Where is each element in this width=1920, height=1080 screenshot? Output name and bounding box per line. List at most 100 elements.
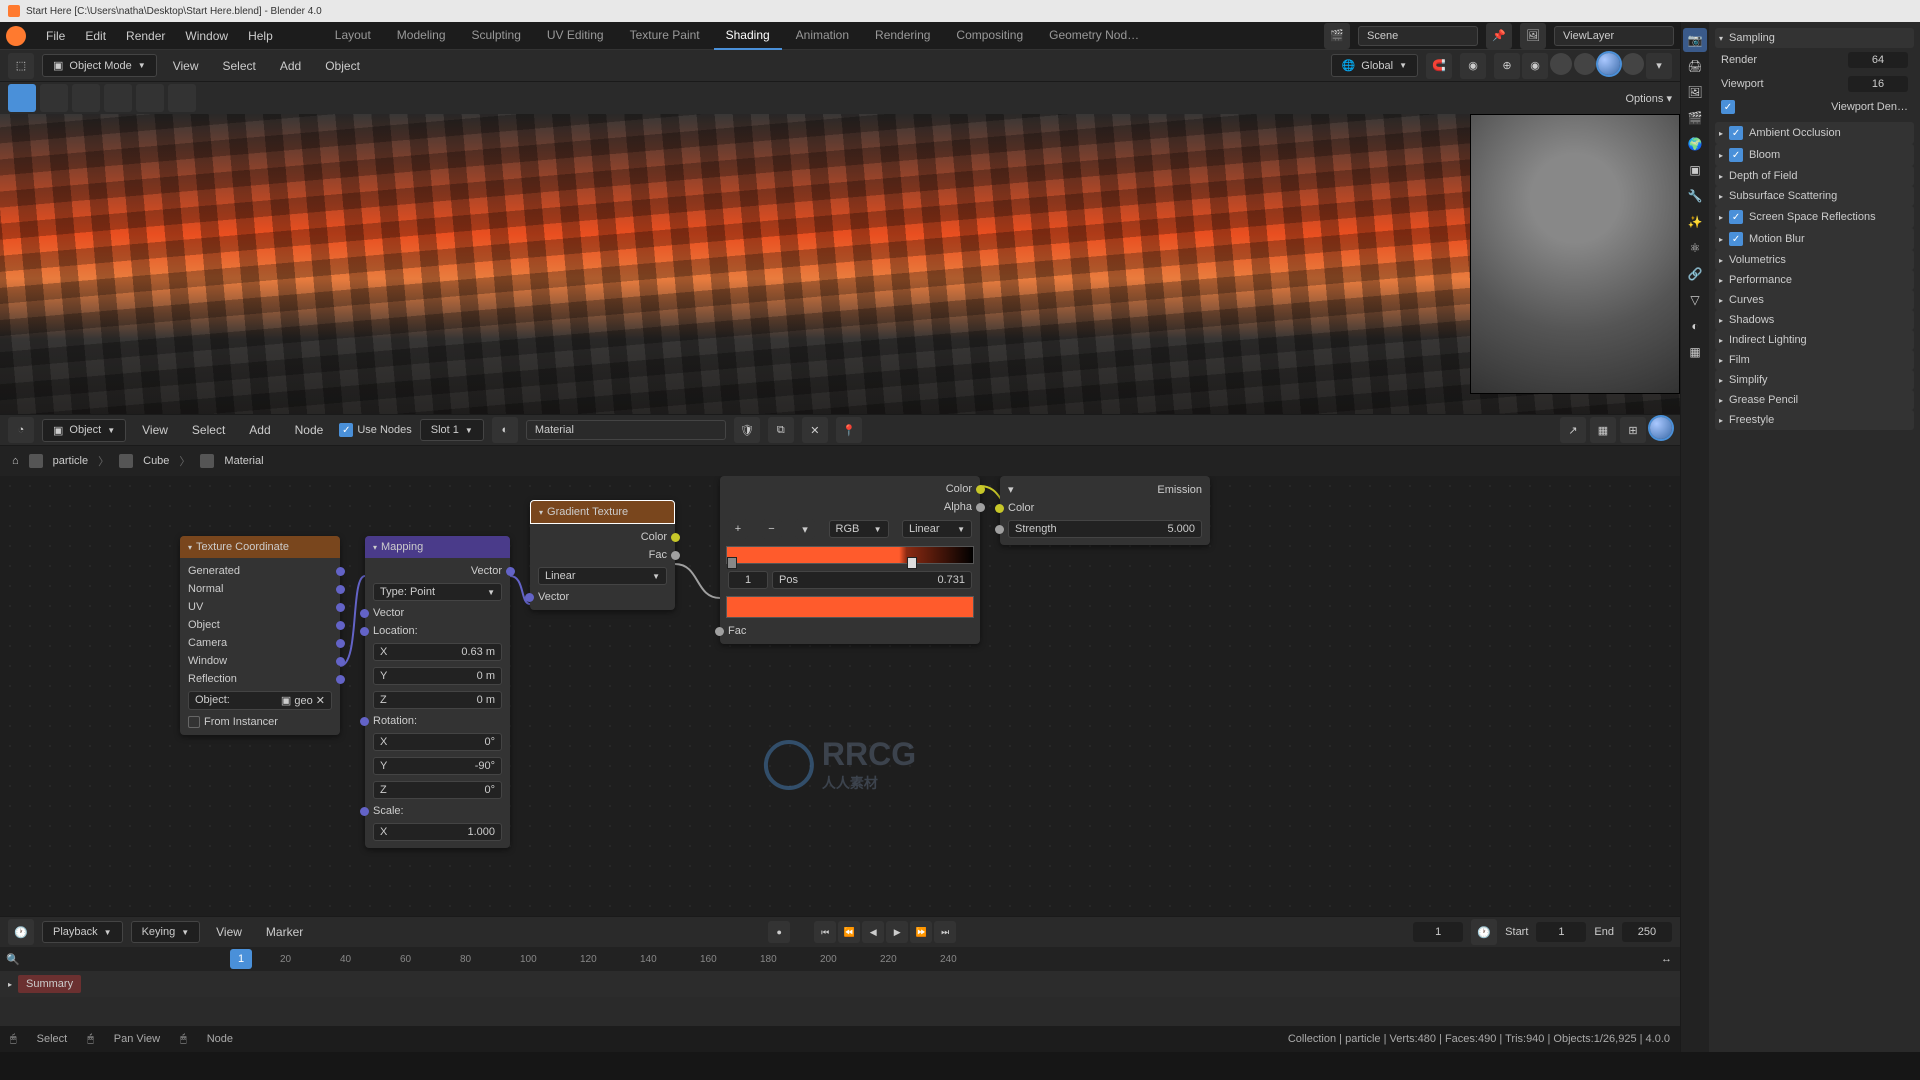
socket-alpha[interactable] [976,503,985,512]
loc-y[interactable]: Y0 m [373,667,502,685]
panel-performance[interactable]: ▸Performance [1715,270,1914,290]
viewlayer-input[interactable] [1554,26,1674,46]
tab-geometrynodes[interactable]: Geometry Nod… [1037,22,1151,50]
node-snap-icon[interactable]: ⊞ [1620,417,1646,443]
rot-y[interactable]: Y-90° [373,757,502,775]
autokey-icon[interactable]: ● [768,921,790,943]
material-shield-icon[interactable]: 🛡 [734,417,760,443]
panel-subsurface-scattering[interactable]: ▸Subsurface Scattering [1715,186,1914,206]
node-menu-select[interactable]: Select [184,419,233,441]
playhead[interactable]: 1 [230,949,252,969]
node-menu-view[interactable]: View [134,419,176,441]
scale-x[interactable]: X1.000 [373,823,502,841]
socket-vector[interactable] [525,593,534,602]
start-frame[interactable]: 1 [1536,922,1586,942]
mode-dropdown[interactable]: ▣ Object Mode ▼ [42,54,157,77]
texture-tab-icon[interactable]: ▦ [1683,340,1707,364]
ramp-menu-chevron-icon[interactable]: ▾ [795,519,815,539]
scene-browse-icon[interactable]: 🎬 [1324,23,1350,49]
ramp-add-icon[interactable]: + [728,519,748,539]
scene-input[interactable] [1358,26,1478,46]
ramp-mode-select[interactable]: RGB▼ [829,520,889,538]
panel-motion-blur[interactable]: ▸✓Motion Blur [1715,228,1914,250]
world-tab-icon[interactable]: 🌍 [1683,132,1707,156]
socket-rotation[interactable] [360,717,369,726]
socket-object[interactable] [336,621,345,630]
node-title[interactable]: ▾Gradient Texture [530,500,675,524]
loc-z[interactable]: Z0 m [373,691,502,709]
viewport-options-button[interactable]: Options ▾ [1625,92,1672,105]
slot-dropdown[interactable]: Slot 1 ▼ [420,419,484,441]
node-title[interactable]: ▾Texture Coordinate [180,536,340,558]
collapse-icon[interactable]: ▾ [188,543,192,552]
socket-color[interactable] [995,504,1004,513]
socket-location[interactable] [360,627,369,636]
shading-rendered[interactable] [1622,53,1644,75]
node-editor-type-icon[interactable]: ◔ [8,417,34,443]
ramp-remove-icon[interactable]: − [762,519,782,539]
3d-viewport[interactable] [0,114,1680,414]
emission-strength[interactable]: Strength5.000 [1008,520,1202,538]
rot-z[interactable]: Z0° [373,781,502,799]
loc-x[interactable]: X0.63 m [373,643,502,661]
panel-checkbox[interactable]: ✓ [1729,232,1743,246]
from-instancer-checkbox[interactable] [188,716,200,728]
snap-icon[interactable]: 🧲 [1426,53,1452,79]
proportional-icon[interactable]: ◉ [1460,53,1486,79]
node-emission[interactable]: ▾Emission Color Strength5.000 [1000,476,1210,545]
menu-edit[interactable]: Edit [75,25,116,47]
panel-volumetrics[interactable]: ▸Volumetrics [1715,250,1914,270]
ramp-pos[interactable]: Pos0.731 [772,571,972,589]
current-frame[interactable]: 1 [1413,922,1463,942]
ramp-current-color[interactable] [726,596,974,618]
panel-freestyle[interactable]: ▸Freestyle [1715,410,1914,430]
socket-vector-in[interactable] [360,609,369,618]
timeline-menu-view[interactable]: View [208,921,250,943]
orientation-dropdown[interactable]: 🌐 Global ▼ [1331,54,1418,77]
tab-layout[interactable]: Layout [323,22,383,50]
socket-generated[interactable] [336,567,345,576]
node-color-ramp[interactable]: Color Alpha + − ▾ RGB▼ Linear▼ 1 [720,476,980,644]
tab-animation[interactable]: Animation [784,22,861,50]
node-title[interactable]: ▾Mapping [365,536,510,558]
panel-checkbox[interactable]: ✓ [1729,148,1743,162]
socket-normal[interactable] [336,585,345,594]
data-tab-icon[interactable]: ▽ [1683,288,1707,312]
collapse-icon[interactable]: ▾ [1008,483,1014,496]
viewport-samples[interactable]: 16 [1848,76,1908,92]
object-picker[interactable]: Object: ▣ geo ✕ [188,691,332,710]
panel-film[interactable]: ▸Film [1715,350,1914,370]
menu-render[interactable]: Render [116,25,175,47]
socket-scale[interactable] [360,807,369,816]
material-browse-icon[interactable]: ◐ [492,417,518,443]
panel-depth-of-field[interactable]: ▸Depth of Field [1715,166,1914,186]
node-gradient-texture[interactable]: ▾Gradient Texture Color Fac Linear▼ Vect… [530,500,675,610]
panel-screen-space-reflections[interactable]: ▸✓Screen Space Reflections [1715,206,1914,228]
material-name-input[interactable] [526,420,726,440]
panel-indirect-lighting[interactable]: ▸Indirect Lighting [1715,330,1914,350]
particles-tab-icon[interactable]: ✨ [1683,210,1707,234]
panel-shadows[interactable]: ▸Shadows [1715,310,1914,330]
socket-fac[interactable] [671,551,680,560]
use-nodes-checkbox[interactable]: ✓ [339,423,353,437]
tab-shading[interactable]: Shading [714,22,782,50]
cursor-tool[interactable] [40,84,68,112]
panel-bloom[interactable]: ▸✓Bloom [1715,144,1914,166]
socket-camera[interactable] [336,639,345,648]
crumb-material[interactable]: Material [224,455,263,467]
render-samples[interactable]: 64 [1848,52,1908,68]
select-box-tool[interactable] [8,84,36,112]
collapse-icon[interactable]: ▾ [539,508,543,517]
socket-window[interactable] [336,657,345,666]
view3d-menu-add[interactable]: Add [272,55,309,77]
render-tab-icon[interactable]: 📷 [1683,28,1707,52]
panel-checkbox[interactable]: ✓ [1729,126,1743,140]
search-icon[interactable]: 🔍 [6,953,20,966]
view3d-menu-object[interactable]: Object [317,55,368,77]
tab-modeling[interactable]: Modeling [385,22,458,50]
scale-tool[interactable] [136,84,164,112]
keyframe-next-icon[interactable]: ⏩ [910,921,932,943]
socket-fac[interactable] [715,627,724,636]
panel-curves[interactable]: ▸Curves [1715,290,1914,310]
end-frame[interactable]: 250 [1622,922,1672,942]
